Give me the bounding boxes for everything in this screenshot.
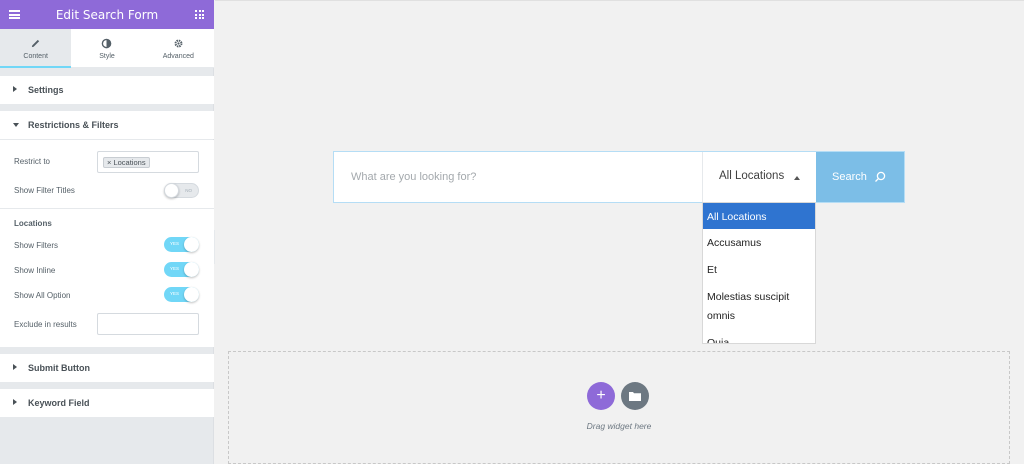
location-select[interactable]: All Locations	[702, 152, 817, 202]
section-submit-button[interactable]: Submit Button	[0, 354, 214, 382]
show-all-option-toggle[interactable]: YES	[164, 287, 199, 302]
tab-style-label: Style	[99, 53, 115, 60]
panel-header: Edit Search Form	[0, 0, 214, 29]
dropdown-option[interactable]: All Locations	[703, 203, 815, 229]
locations-subtitle: Locations	[14, 219, 52, 228]
show-all-option-label: Show All Option	[14, 291, 71, 300]
restrict-to-label: Restrict to	[14, 157, 51, 166]
restrictions-panel: Restrict to × Locations Show Filter Titl…	[0, 140, 214, 347]
gear-icon	[143, 38, 214, 50]
search-icon	[875, 171, 886, 182]
show-inline-toggle[interactable]: YES	[164, 262, 199, 277]
editor-panel: Edit Search Form Content Style Advanced …	[0, 0, 214, 464]
section-settings[interactable]: Settings	[0, 76, 214, 104]
show-filters-label: Show Filters	[14, 241, 59, 250]
toggle-state: NO	[185, 188, 192, 193]
tab-advanced-label: Advanced	[162, 53, 194, 60]
tab-content-label: Content	[23, 53, 48, 60]
half-circle-icon	[71, 38, 142, 50]
show-filter-titles-toggle[interactable]: NO	[164, 183, 199, 198]
section-keyword-label: Keyword Field	[28, 398, 90, 408]
exclude-in-results-label: Exclude in results	[14, 320, 77, 329]
locations-chip[interactable]: × Locations	[103, 157, 150, 168]
dropdown-option[interactable]: Et	[703, 256, 815, 283]
show-filters-toggle[interactable]: YES	[164, 237, 199, 252]
section-restrictions-label: Restrictions & Filters	[28, 120, 119, 130]
tab-style[interactable]: Style	[71, 29, 142, 67]
section-restrictions[interactable]: Restrictions & Filters	[0, 111, 214, 139]
dropdown-option[interactable]: Quia	[703, 329, 815, 343]
toggle-knob	[164, 183, 179, 198]
template-library-button[interactable]	[621, 382, 649, 410]
caret-right-icon	[13, 364, 17, 370]
restrict-to-select[interactable]: × Locations	[97, 151, 199, 173]
caret-down-icon	[13, 123, 19, 127]
section-keyword-field[interactable]: Keyword Field	[0, 389, 214, 417]
preview-canvas: What are you looking for? All Locations …	[215, 0, 1024, 464]
widget-drop-zone[interactable]: + Drag widget here	[228, 351, 1010, 464]
exclude-in-results-input[interactable]	[97, 313, 199, 335]
toggle-knob	[184, 262, 199, 277]
toggle-state: YES	[170, 291, 180, 296]
pencil-icon	[0, 38, 71, 50]
location-dropdown-list: All Locations Accusamus Et Molestias sus…	[702, 202, 816, 344]
caret-right-icon	[13, 86, 17, 92]
panel-tabs: Content Style Advanced	[0, 29, 214, 68]
dropdown-option[interactable]: Molestias suscipit omnis	[703, 283, 815, 329]
section-settings-label: Settings	[28, 85, 64, 95]
widgets-grid-icon[interactable]	[195, 10, 204, 19]
search-form-widget[interactable]: What are you looking for? All Locations …	[333, 151, 905, 203]
panel-title: Edit Search Form	[55, 8, 159, 22]
toggle-knob	[184, 287, 199, 302]
search-button[interactable]: Search	[816, 152, 904, 202]
toggle-state: YES	[170, 241, 180, 246]
drag-widget-hint: Drag widget here	[586, 421, 652, 431]
section-submit-label: Submit Button	[28, 363, 90, 373]
dropdown-option[interactable]: Accusamus	[703, 229, 815, 256]
folder-icon	[629, 392, 641, 401]
location-select-value: All Locations	[719, 170, 785, 182]
add-section-button[interactable]: +	[587, 382, 615, 410]
toggle-state: YES	[170, 266, 180, 271]
divider	[0, 208, 214, 209]
caret-up-icon	[794, 176, 800, 180]
tab-advanced[interactable]: Advanced	[143, 29, 214, 67]
tab-content[interactable]: Content	[0, 29, 72, 68]
search-button-label: Search	[832, 171, 867, 183]
search-input[interactable]: What are you looking for?	[351, 171, 476, 183]
show-filter-titles-label: Show Filter Titles	[14, 186, 75, 195]
show-inline-label: Show Inline	[14, 266, 56, 275]
caret-right-icon	[13, 399, 17, 405]
toggle-knob	[184, 237, 199, 252]
